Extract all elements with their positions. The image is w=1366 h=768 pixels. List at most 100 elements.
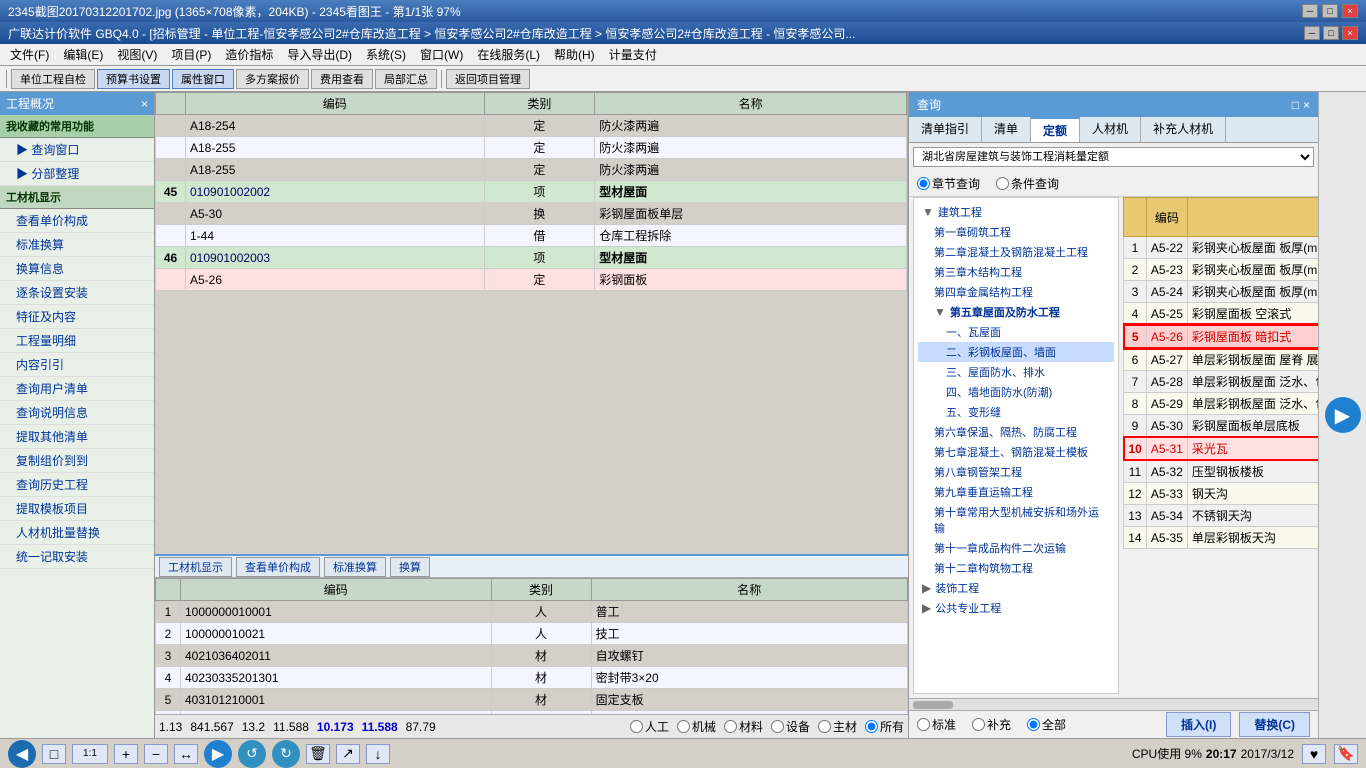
- radio-material[interactable]: 材料: [724, 718, 763, 735]
- menu-online[interactable]: 在线服务(L): [471, 44, 546, 65]
- table-row[interactable]: A5-30 换 彩钢屋面板单层: [156, 203, 907, 225]
- sidebar-set-install[interactable]: 逐条设置安装: [0, 281, 154, 305]
- table-row[interactable]: A18-255 定 防火漆两遍: [156, 159, 907, 181]
- rt-row[interactable]: 4 A5-25 彩钢屋面板 空滚式 10m2 625.36 570.27: [1124, 303, 1319, 326]
- rt-row-selected[interactable]: 5 A5-26 彩钢屋面板 暗扣式 10m2 679.64 618.41: [1124, 325, 1319, 348]
- tree-item-secondary[interactable]: 第十一章成品构件二次运输: [918, 538, 1114, 558]
- heart-btn[interactable]: ♥: [1302, 744, 1326, 764]
- bookmark-btn[interactable]: 🔖: [1334, 744, 1358, 764]
- next-arrow[interactable]: ▶: [1325, 397, 1361, 433]
- query-close[interactable]: ×: [1303, 98, 1310, 112]
- delete-btn[interactable]: 🗑: [306, 744, 330, 764]
- tab-materials[interactable]: 人材机: [1080, 117, 1141, 142]
- table-row[interactable]: A18-255 定 防火漆两遍: [156, 137, 907, 159]
- menu-help[interactable]: 帮助(H): [548, 44, 601, 65]
- query-maximize[interactable]: □: [1292, 98, 1299, 112]
- rt-row[interactable]: 11 A5-32 压型钢板楼板 10m2 1080.74 984.56: [1124, 460, 1319, 483]
- menu-view[interactable]: 视图(V): [111, 44, 163, 65]
- app-restore[interactable]: □: [1323, 26, 1339, 40]
- next-nav-button[interactable]: ▶: [204, 740, 232, 768]
- share-btn[interactable]: ↗: [336, 744, 360, 764]
- sidebar-query-user[interactable]: 查询用户清单: [0, 377, 154, 401]
- sidebar-template[interactable]: 提取模板项目: [0, 497, 154, 521]
- tree-item-wall-waterproof[interactable]: 四、墙地面防水(防潮): [918, 382, 1114, 402]
- rt-row[interactable]: 6 A5-27 单层彩钢板屋面 屋脊 展开宽600mm 10m 370.39 3…: [1124, 348, 1319, 371]
- radio-labor[interactable]: 人工: [630, 718, 669, 735]
- insert-button[interactable]: 插入(I): [1166, 712, 1231, 737]
- radio-all[interactable]: 所有: [865, 718, 904, 735]
- btn-unit-check[interactable]: 单位工程自检: [11, 69, 95, 89]
- table-row[interactable]: 46 010901002003 项 型材屋面: [156, 247, 907, 269]
- rt-row[interactable]: 1 A5-22 彩钢夹心板屋面 板厚(mm) 50 10m2 2101.66 1…: [1124, 237, 1319, 259]
- sidebar-query-desc[interactable]: 查询说明信息: [0, 401, 154, 425]
- rt-row[interactable]: 7 A5-28 单层彩钢板屋面 泛水、包墙转角、山头 展开宽500mm 10m …: [1124, 371, 1319, 393]
- sidebar-dept-organize[interactable]: ▶ 分部整理: [0, 162, 154, 186]
- sub-table-row[interactable]: 5 403101210001 材 固定支板: [156, 689, 908, 711]
- tree-item-formwork[interactable]: 第七章混凝土、钢筋混凝土模板: [918, 442, 1114, 462]
- sidebar-copy-price[interactable]: 复制组价到到: [0, 449, 154, 473]
- radio-standard[interactable]: 标准: [917, 716, 956, 733]
- tab-list[interactable]: 清单: [982, 117, 1031, 142]
- tree-item-masonry[interactable]: 第一章砌筑工程: [918, 222, 1114, 242]
- tree-item-decoration[interactable]: ▶装饰工程: [918, 578, 1114, 598]
- sidebar-history[interactable]: 查询历史工程: [0, 473, 154, 497]
- h-scrollbar[interactable]: [909, 698, 1318, 710]
- tree-item-metal[interactable]: 第四章金属结构工程: [918, 282, 1114, 302]
- sidebar-features[interactable]: 特征及内容: [0, 305, 154, 329]
- rotate-left-btn[interactable]: ↺: [238, 740, 266, 768]
- zoom-ratio[interactable]: 1:1: [72, 744, 108, 764]
- sidebar-close[interactable]: ×: [141, 97, 148, 111]
- radio-condition-search[interactable]: 条件查询: [996, 175, 1059, 192]
- tree-item-timber[interactable]: 第三章木结构工程: [918, 262, 1114, 282]
- sidebar-unified[interactable]: 统一记取安装: [0, 545, 154, 569]
- sidebar-qty-detail[interactable]: 工程量明细: [0, 329, 154, 353]
- sub-table-row[interactable]: 4 40230335201301 材 密封带3×20: [156, 667, 908, 689]
- btn-fee-view[interactable]: 费用查看: [311, 69, 373, 89]
- tab-quota[interactable]: 定额: [1031, 117, 1080, 142]
- radio-main-mat[interactable]: 主材: [818, 718, 857, 735]
- tree-item-scaffolding[interactable]: 第八章钢管架工程: [918, 462, 1114, 482]
- sidebar-content-ref[interactable]: 内容引引: [0, 353, 154, 377]
- sub-btn-price[interactable]: 查看单价构成: [236, 557, 320, 577]
- menu-measure[interactable]: 计量支付: [603, 44, 663, 65]
- btn-multi-plan[interactable]: 多方案报价: [236, 69, 309, 89]
- fit-width-btn[interactable]: ↔: [174, 744, 198, 764]
- rt-row[interactable]: 13 A5-34 不锈钢天沟 10m 1418.44 1253.99: [1124, 505, 1319, 527]
- sub-btn-std-calc[interactable]: 标准换算: [324, 557, 386, 577]
- menu-system[interactable]: 系统(S): [360, 44, 412, 65]
- zoom-out-btn[interactable]: −: [144, 744, 168, 764]
- btn-budget-settings[interactable]: 预算书设置: [97, 69, 170, 89]
- table-row[interactable]: 45 010901002002 项 型材屋面: [156, 181, 907, 203]
- quota-dropdown[interactable]: 湖北省房屋建筑与装饰工程消耗量定额: [913, 147, 1314, 167]
- sub-table-row[interactable]: 3 4021036402011 材 自攻螺钉: [156, 645, 908, 667]
- prev-nav-button[interactable]: ◀: [8, 740, 36, 768]
- radio-equipment[interactable]: 设备: [771, 718, 810, 735]
- tree-item-tile-roof[interactable]: 一、瓦屋面: [918, 322, 1114, 342]
- tab-supplement[interactable]: 补充人材机: [1141, 117, 1226, 142]
- sidebar-view-price[interactable]: 查看单价构成: [0, 209, 154, 233]
- rt-row[interactable]: 14 A5-35 单层彩钢板天沟 10m 622.26 553.98: [1124, 527, 1319, 549]
- sub-table-row[interactable]: 2 100000010021 人 技工: [156, 623, 908, 645]
- tree-item-roof[interactable]: ▼第五章屋面及防水工程: [918, 302, 1114, 322]
- menu-file[interactable]: 文件(F): [4, 44, 55, 65]
- rt-row[interactable]: 9 A5-30 彩钢屋面板单层底板 10m2 849.93 771.3: [1124, 415, 1319, 438]
- menu-project[interactable]: 项目(P): [165, 44, 217, 65]
- btn-partial-summary[interactable]: 局部汇总: [375, 69, 437, 89]
- zoom-in-btn[interactable]: +: [114, 744, 138, 764]
- sidebar-std-calc[interactable]: 标准换算: [0, 233, 154, 257]
- sidebar-query-window[interactable]: ▶ 查询窗口: [0, 138, 154, 162]
- sub-btn-materials[interactable]: 工材机显示: [159, 557, 232, 577]
- tree-item-steel-roof[interactable]: 二、彩钢板屋面、墙面: [918, 342, 1114, 362]
- btn-property-window[interactable]: 属性窗口: [172, 69, 234, 89]
- rt-row[interactable]: 2 A5-23 彩钢夹心板屋面 板厚(mm) 75 10m2 2213.1 19…: [1124, 259, 1319, 281]
- minimize-button[interactable]: ─: [1302, 4, 1318, 18]
- replace-button[interactable]: 替换(C): [1239, 712, 1310, 737]
- tree-item-insulation[interactable]: 第六章保温、隔热、防腐工程: [918, 422, 1114, 442]
- tree-item-deformation[interactable]: 五、变形缝: [918, 402, 1114, 422]
- radio-all2[interactable]: 全部: [1027, 716, 1066, 733]
- radio-machine[interactable]: 机械: [677, 718, 716, 735]
- menu-window[interactable]: 窗口(W): [414, 44, 469, 65]
- sidebar-calc-info[interactable]: 换算信息: [0, 257, 154, 281]
- rt-row[interactable]: 8 A5-29 单层彩钢板屋面 泛水、包墙转角、山头 每增减100mm 10m …: [1124, 393, 1319, 415]
- table-row[interactable]: A5-26 定 彩钢面板: [156, 269, 907, 291]
